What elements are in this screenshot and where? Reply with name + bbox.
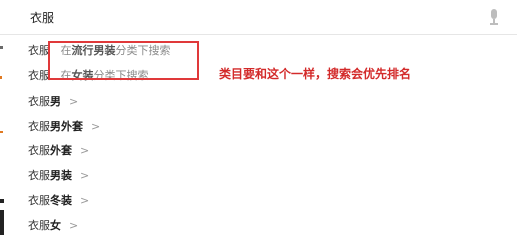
chevron-right-icon[interactable]: > [69, 219, 78, 232]
suggestion-item[interactable]: 衣服冬装 > [28, 192, 89, 210]
annotation-text: 类目要和这个一样，搜索会优先排名 [219, 67, 412, 81]
annotation-highlight-box [48, 41, 199, 80]
search-input[interactable]: 衣服 [30, 9, 54, 26]
edge-mark [0, 199, 4, 203]
suggestion-item[interactable]: 衣服男外套 > [28, 118, 100, 136]
suggestion-prefix: 衣服 [28, 44, 50, 57]
suggestion-item[interactable]: 衣服男装 > [28, 167, 89, 185]
suggestion-item[interactable]: 衣服外套 > [28, 142, 89, 160]
chevron-right-icon[interactable]: > [80, 169, 89, 182]
suggestion-prefix: 衣服 [28, 69, 50, 82]
edge-mark [0, 210, 4, 235]
edge-mark [0, 46, 3, 49]
chevron-right-icon[interactable]: > [80, 194, 89, 207]
search-bar[interactable]: 衣服 [0, 0, 517, 35]
suggestion-item[interactable]: 衣服女 > [28, 217, 78, 235]
edge-mark [0, 131, 3, 133]
chevron-right-icon[interactable]: > [69, 95, 78, 108]
suggestion-item[interactable]: 衣服男 > [28, 93, 78, 111]
microphone-icon[interactable] [489, 9, 499, 25]
chevron-right-icon[interactable]: > [80, 144, 89, 157]
chevron-right-icon[interactable]: > [91, 120, 100, 133]
edge-mark [0, 76, 2, 79]
